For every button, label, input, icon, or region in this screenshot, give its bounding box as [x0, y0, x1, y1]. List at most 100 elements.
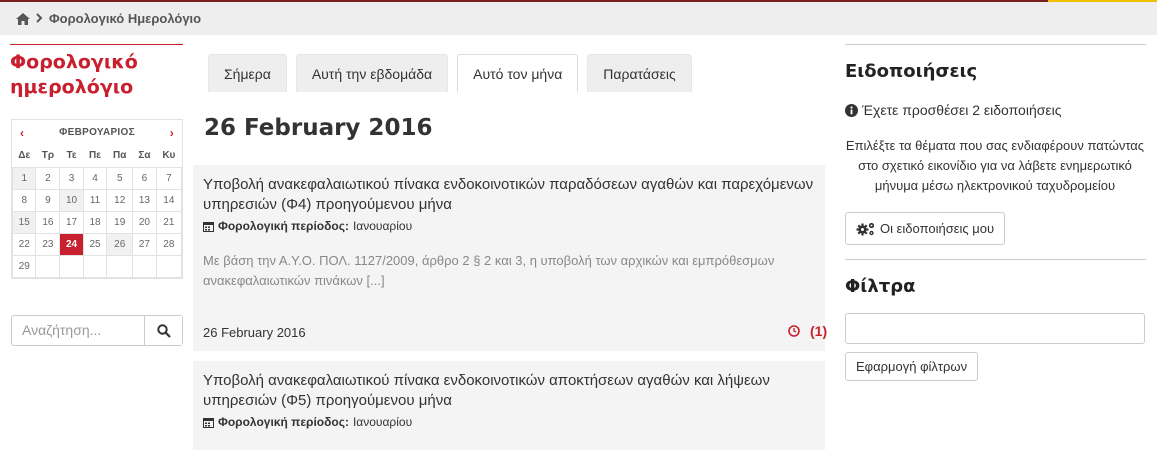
event-description: Με βάση την Α.Υ.Ο. ΠΟΛ. 1127/2009, άρθρο… — [203, 253, 775, 288]
event-title[interactable]: Υποβολή ανακεφαλαιωτικού πίνακα ενδοκοιν… — [203, 371, 815, 411]
calendar-weekday: Πα — [113, 150, 127, 162]
calendar-day[interactable]: 5 — [106, 166, 134, 190]
calendar-empty-cell — [106, 254, 134, 278]
calendar-empty-cell — [82, 254, 108, 278]
calendar-week: 1234567 — [11, 166, 183, 190]
calendar-grid: Δε Τρ Τε Πε Πα Σα Κυ 1 2 3 4 5 6 7 8 9 10 11 12 13 14 15 16 17… — [11, 145, 183, 278]
calendar-day[interactable]: 18 — [82, 210, 108, 234]
breadcrumb-current: Φορολογικό Ημερολόγιο — [49, 11, 202, 26]
calendar-week: 22 23 24 25 26 27 28 — [11, 232, 183, 256]
notifications-heading: Ειδοποιήσεις — [845, 61, 978, 82]
info-icon — [845, 103, 858, 117]
calendar-week: 8 9 10 11 12 13 14 — [11, 188, 183, 212]
calendar-day[interactable]: 28 — [155, 232, 183, 256]
calendar-empty-cell — [59, 254, 84, 278]
calendar-day[interactable]: 24 — [59, 232, 84, 256]
notifications-help: Επιλέξτε τα θέματα που σας ενδιαφέρουν π… — [845, 138, 1145, 193]
calendar-day[interactable]: 29 — [11, 254, 37, 278]
calendar-weekday: Κυ — [162, 150, 176, 162]
date-heading: 26 February 2016 — [204, 115, 433, 141]
notifications-info-text: Έχετε προσθέσει 2 ειδοποιήσεις — [862, 102, 1062, 118]
calendar-day[interactable]: 19 — [106, 210, 134, 234]
event-period-label: Φορολογική περίοδος: — [218, 415, 349, 429]
sidebar-title: Φορολογικό ημερολόγιο — [10, 50, 183, 100]
sidebar-title-line2: ημερολόγιο — [10, 76, 134, 98]
right-sidebar: Ειδοποιήσεις Έχετε προσθέσει 2 ειδοποιήσ… — [845, 44, 1146, 381]
calendar-weekday: Πε — [89, 150, 101, 162]
calendar-day[interactable]: 6 — [132, 166, 157, 190]
event-period-value: Ιανουαρίου — [352, 415, 413, 429]
calendar-icon — [203, 221, 214, 232]
tab-today[interactable]: Σήμερα — [208, 54, 287, 92]
tab-this-month[interactable]: Αυτό τον μήνα — [457, 54, 579, 92]
calendar-header: ‹ ΦΕΒΡΟΥΑΡΙΟΣ › — [12, 120, 182, 145]
sidebar-title-line1: Φορολογικό — [10, 51, 138, 73]
calendar-day[interactable]: 3 — [59, 166, 84, 190]
search-icon — [156, 323, 171, 338]
calendar-next-button[interactable]: › — [170, 126, 174, 140]
calendar-week: 15 16 17 18 19 20 21 — [11, 210, 183, 234]
calendar-day[interactable]: 16 — [35, 210, 61, 234]
notifications-rule — [845, 44, 1146, 45]
calendar-day[interactable]: 25 — [82, 232, 108, 256]
calendar-weekday: Δε — [18, 150, 31, 162]
notifications-info: Έχετε προσθέσει 2 ειδοποιήσεις — [845, 102, 1145, 118]
calendar-day[interactable]: 1 — [11, 166, 37, 190]
calendar-day[interactable]: 23 — [35, 232, 61, 256]
event-title[interactable]: Υποβολή ανακεφαλαιωτικού πίνακα ενδοκοιν… — [203, 175, 815, 215]
sidebar: Φορολογικό ημερολόγιο — [10, 44, 183, 100]
calendar-weekday: Σα — [138, 150, 151, 162]
home-icon[interactable] — [16, 12, 30, 25]
my-notifications-button[interactable]: Οι ειδοποιήσεις μου — [845, 212, 1006, 245]
search-input[interactable]: Αναζήτηση... — [12, 316, 144, 345]
clock-icon — [788, 325, 800, 337]
event-reminder-count[interactable]: (1) — [788, 323, 827, 339]
calendar-day[interactable]: 12 — [106, 188, 134, 212]
event-period-label: Φορολογική περίοδος: — [218, 219, 349, 233]
apply-filters-button[interactable]: Εφαρμογή φίλτρων — [845, 352, 979, 381]
event-card: Υποβολή ανακεφαλαιωτικού πίνακα ενδοκοιν… — [193, 165, 827, 351]
event-period: Φορολογική περίοδος: Ιανουαρίου — [203, 415, 815, 429]
calendar-day[interactable]: 7 — [155, 166, 183, 190]
calendar-day[interactable]: 8 — [11, 188, 37, 212]
period-tabs: Σήμερα Αυτή την εβδομάδα Αυτό τον μήνα Π… — [208, 54, 701, 92]
event-period-value: Ιανουαρίου — [352, 219, 413, 233]
calendar-day[interactable]: 9 — [35, 188, 61, 212]
filters-heading: Φίλτρα — [845, 276, 916, 297]
calendar-day[interactable]: 15 — [11, 210, 37, 234]
filter-input[interactable] — [845, 313, 1145, 344]
mini-calendar: ‹ ΦΕΒΡΟΥΑΡΙΟΣ › Δε Τρ Τε Πε Πα Σα Κυ 123456789… — [11, 119, 183, 279]
event-date: 26 February 2016 — [203, 325, 306, 340]
tab-extensions[interactable]: Παρατάσεις — [587, 54, 692, 92]
calendar-day[interactable]: 2 — [35, 166, 61, 190]
calendar-day[interactable]: 20 — [132, 210, 157, 234]
tab-this-week[interactable]: Αυτή την εβδομάδα — [295, 54, 449, 92]
event-card: Υποβολή ανακεφαλαιωτικού πίνακα ενδοκοιν… — [193, 361, 825, 450]
calendar-day[interactable]: 21 — [155, 210, 183, 234]
sidebar-rule — [10, 44, 183, 45]
calendar-day[interactable]: 4 — [82, 166, 108, 190]
calendar-weekday: Τρ — [41, 150, 55, 162]
search-button[interactable] — [144, 316, 182, 345]
calendar-day[interactable]: 10 — [59, 188, 84, 212]
calendar-day[interactable]: 17 — [59, 210, 84, 234]
calendar-month: ΦΕΒΡΟΥΑΡΙΟΣ — [59, 127, 135, 138]
calendar-day[interactable]: 13 — [132, 188, 157, 212]
calendar-day[interactable]: 14 — [155, 188, 183, 212]
calendar-week: 29 — [11, 254, 183, 278]
calendar-prev-button[interactable]: ‹ — [20, 126, 24, 140]
calendar-day[interactable]: 27 — [132, 232, 157, 256]
calendar-day[interactable]: 26 — [106, 232, 134, 256]
calendar-empty-cell — [132, 254, 157, 278]
chevron-right-icon — [36, 12, 43, 26]
calendar-empty-cell — [35, 254, 61, 278]
calendar-day[interactable]: 22 — [11, 232, 37, 256]
search-box: Αναζήτηση... — [11, 315, 183, 346]
calendar-icon — [203, 417, 214, 428]
calendar-day[interactable]: 11 — [82, 188, 108, 212]
event-count-value: (1) — [810, 323, 828, 339]
filters-rule — [845, 259, 1146, 260]
event-period: Φορολογική περίοδος: Ιανουαρίου — [203, 219, 815, 233]
my-notifications-label: Οι ειδοποιήσεις μου — [880, 221, 995, 236]
calendar-empty-cell — [155, 254, 183, 278]
